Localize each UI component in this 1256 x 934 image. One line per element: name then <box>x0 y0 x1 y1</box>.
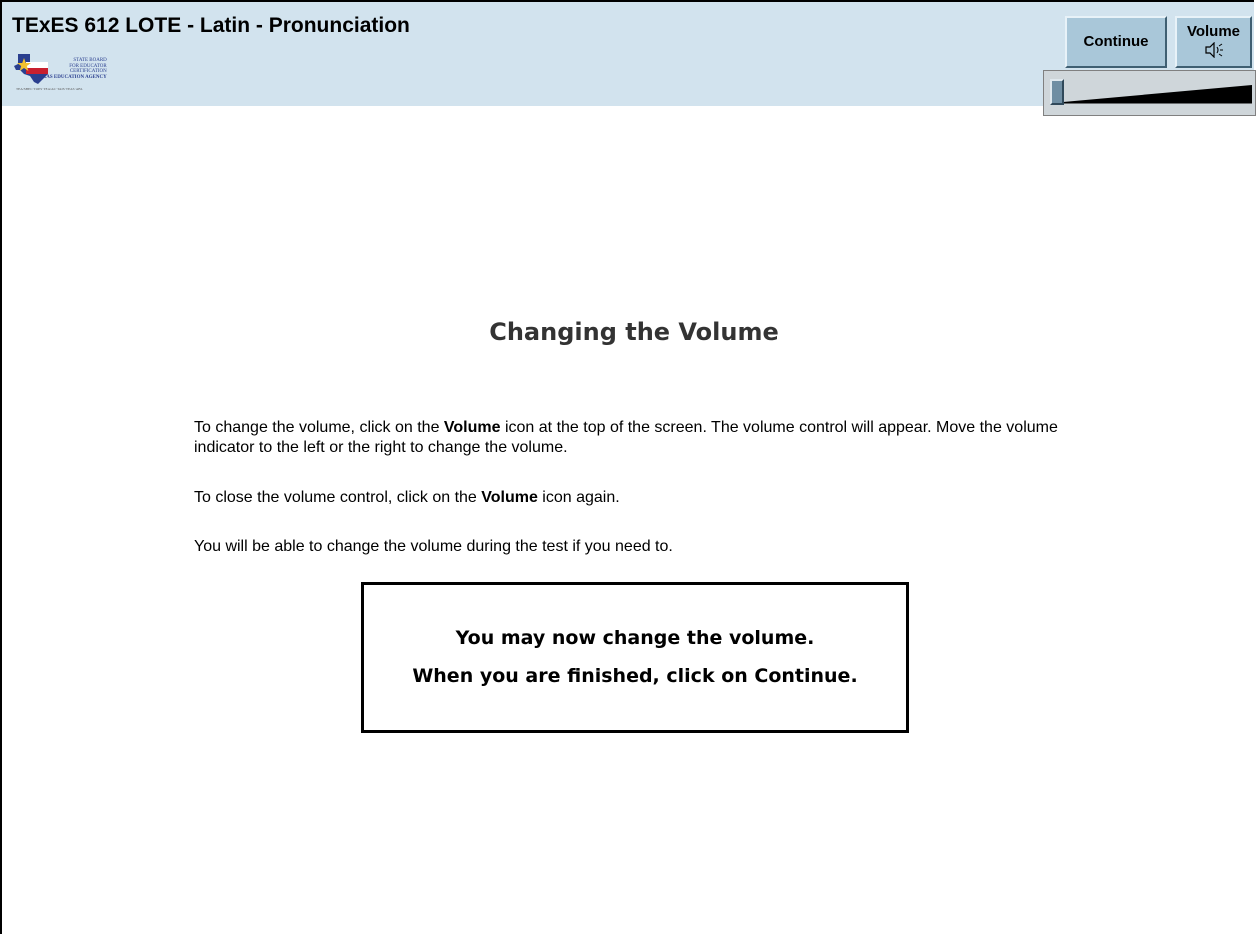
test-window: TExES 612 LOTE - Latin - Pronunciation S… <box>0 0 1256 934</box>
volume-control <box>1043 70 1256 116</box>
instruction-paragraph-1: To change the volume, click on the Volum… <box>194 419 1058 456</box>
volume-track[interactable] <box>1048 75 1252 111</box>
volume-slider-thumb[interactable] <box>1050 79 1064 105</box>
page-title: Changing the Volume <box>489 318 779 346</box>
logo-text: STATE BOARD FOR EDUCATOR CERTIFICATION T… <box>36 58 107 80</box>
continue-button[interactable]: Continue <box>1065 16 1167 68</box>
notice-line-1: You may now change the volume. <box>455 627 815 649</box>
notice-line-2: When you are finished, click on Continue… <box>412 665 858 687</box>
instruction-paragraph-2: To close the volume control, click on th… <box>194 489 620 506</box>
volume-button[interactable]: Volume <box>1175 16 1252 68</box>
notice-box: You may now change the volume. When you … <box>361 582 909 733</box>
sbec-logo: STATE BOARD FOR EDUCATOR CERTIFICATION T… <box>12 52 124 92</box>
speaker-icon <box>1204 42 1223 58</box>
app-title: TExES 612 LOTE - Latin - Pronunciation <box>12 14 410 37</box>
volume-button-label: Volume <box>1186 23 1241 40</box>
instruction-paragraph-3: You will be able to change the volume du… <box>194 538 673 555</box>
logo-subline: TEA/SBEC·TOPS·TEA/AC·TAIS·TEAS·ABL <box>16 87 83 91</box>
